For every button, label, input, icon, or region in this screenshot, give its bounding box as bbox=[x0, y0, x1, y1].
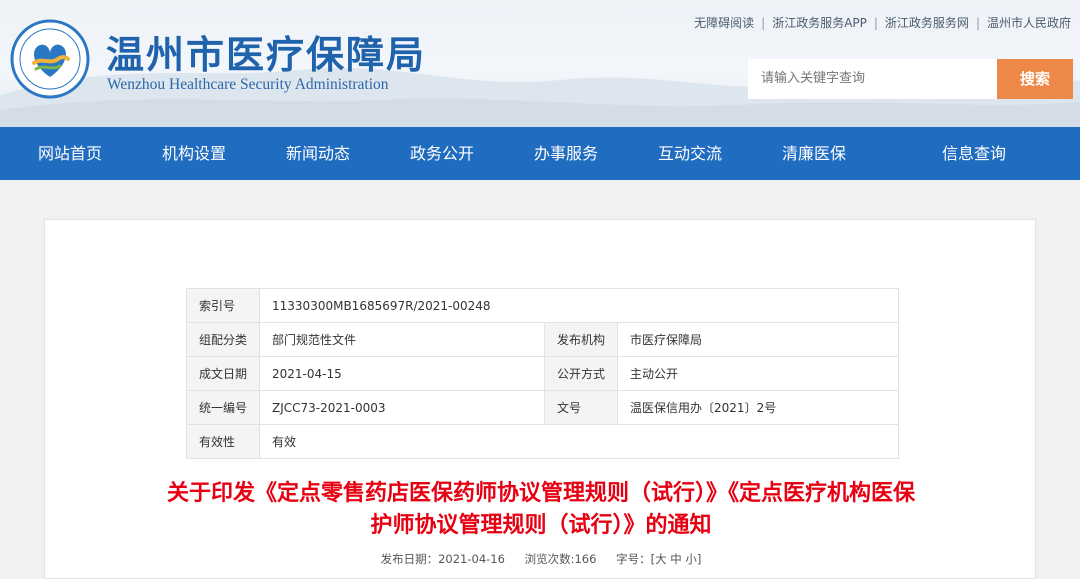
search-input[interactable] bbox=[748, 59, 997, 99]
divider: | bbox=[975, 16, 980, 30]
meta-value: 有效 bbox=[259, 424, 899, 459]
meta-label: 公开方式 bbox=[544, 356, 619, 391]
article-container: 索引号 11330300MB1685697R/2021-00248 组配分类 部… bbox=[44, 219, 1036, 579]
nav-interaction[interactable]: 互动交流 bbox=[658, 127, 722, 180]
meta-value: 市医疗保障局 bbox=[617, 322, 899, 357]
article-title: 关于印发《定点零售药店医保药师协议管理规则（试行）》《定点医疗机构医保 护师协议… bbox=[45, 478, 1037, 542]
font-size-control[interactable]: 字号：[大 中 小] bbox=[616, 552, 701, 566]
toplink-zj-service[interactable]: 浙江政务服务网 bbox=[885, 16, 969, 30]
meta-label: 统一编号 bbox=[185, 390, 261, 425]
top-links: 无障碍阅读 | 浙江政务服务APP | 浙江政务服务网 | 温州市人民政府 bbox=[694, 14, 1071, 31]
toplink-zj-app[interactable]: 浙江政务服务APP bbox=[772, 16, 867, 30]
site-title: 温州市医疗保障局 bbox=[106, 32, 427, 77]
meta-value: 11330300MB1685697R/2021-00248 bbox=[259, 288, 899, 323]
meta-value: 主动公开 bbox=[617, 356, 899, 391]
nav-gov-affairs[interactable]: 政务公开 bbox=[410, 127, 474, 180]
site-header: 温州市医疗保障局 Wenzhou Healthcare Security Adm… bbox=[0, 0, 1080, 127]
toplink-wz-gov[interactable]: 温州市人民政府 bbox=[987, 16, 1071, 30]
nav-news[interactable]: 新闻动态 bbox=[286, 127, 350, 180]
divider: | bbox=[761, 16, 766, 30]
table-row: 组配分类 部门规范性文件 发布机构 市医疗保障局 bbox=[185, 322, 899, 357]
toplink-accessibility[interactable]: 无障碍阅读 bbox=[694, 16, 754, 30]
nav-home[interactable]: 网站首页 bbox=[38, 127, 102, 180]
nav-services[interactable]: 办事服务 bbox=[534, 127, 598, 180]
meta-label: 发布机构 bbox=[544, 322, 619, 357]
table-row: 有效性 有效 bbox=[185, 424, 899, 459]
meta-label: 索引号 bbox=[185, 288, 261, 323]
table-row: 成文日期 2021-04-15 公开方式 主动公开 bbox=[185, 356, 899, 391]
article-title-line: 关于印发《定点零售药店医保药师协议管理规则（试行）》《定点医疗机构医保 bbox=[166, 481, 915, 506]
site-subtitle-en: Wenzhou Healthcare Security Administrati… bbox=[107, 76, 389, 93]
divider: | bbox=[873, 16, 878, 30]
table-row: 统一编号 ZJCC73-2021-0003 文号 温医保信用办〔2021〕2号 bbox=[185, 390, 899, 425]
meta-value: 温医保信用办〔2021〕2号 bbox=[617, 390, 899, 425]
meta-label: 有效性 bbox=[185, 424, 261, 459]
nav-organization[interactable]: 机构设置 bbox=[162, 127, 226, 180]
meta-label: 文号 bbox=[544, 390, 619, 425]
meta-value: 部门规范性文件 bbox=[259, 322, 546, 357]
document-metadata-table: 索引号 11330300MB1685697R/2021-00248 组配分类 部… bbox=[185, 288, 899, 459]
view-count: 浏览次数:166 bbox=[524, 552, 597, 566]
article-title-line: 护师协议管理规则（试行）》的通知 bbox=[370, 513, 712, 538]
main-nav: 网站首页 机构设置 新闻动态 政务公开 办事服务 互动交流 清廉医保 信息查询 bbox=[0, 127, 1080, 180]
nav-integrity[interactable]: 清廉医保 bbox=[782, 127, 846, 180]
publish-date: 发布日期：2021-04-16 bbox=[380, 552, 505, 566]
search-button[interactable]: 搜索 bbox=[997, 59, 1073, 99]
meta-value: 2021-04-15 bbox=[259, 356, 546, 391]
nav-info-query[interactable]: 信息查询 bbox=[942, 127, 1006, 180]
logo-emblem bbox=[10, 19, 90, 99]
table-row: 索引号 11330300MB1685697R/2021-00248 bbox=[185, 288, 899, 323]
meta-value: ZJCC73-2021-0003 bbox=[259, 390, 546, 425]
article-info: 发布日期：2021-04-16 浏览次数:166 字号：[大 中 小] bbox=[45, 551, 1037, 567]
meta-label: 组配分类 bbox=[185, 322, 261, 357]
meta-label: 成文日期 bbox=[185, 356, 261, 391]
